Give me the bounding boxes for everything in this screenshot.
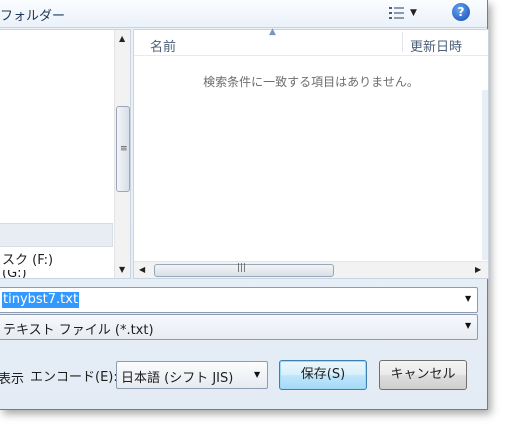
chevron-down-icon[interactable]: ▼	[254, 370, 260, 379]
filename-input[interactable]: tinybst7.txt ▼	[0, 287, 478, 313]
nav-vertical-scrollbar[interactable]: ▲ ≡ ▼	[114, 30, 130, 278]
encode-selected-value: 日本語 (シフト JIS)	[121, 371, 234, 386]
grip-icon: |||	[237, 263, 247, 273]
nav-item-drive-g[interactable]: (G:)	[2, 270, 27, 278]
scrollbar-thumb[interactable]: ≡	[116, 106, 130, 192]
hide-folders-toggle-label[interactable]: 表示	[0, 368, 24, 387]
encode-label: エンコード(E):	[30, 370, 118, 385]
scroll-up-icon[interactable]: ▲	[119, 34, 125, 43]
scroll-right-icon[interactable]: ▶	[475, 265, 481, 274]
help-button[interactable]: ?	[452, 3, 470, 21]
pane-edge	[482, 90, 488, 260]
column-header-date-modified[interactable]: 更新日時	[410, 36, 462, 55]
encode-select[interactable]: 日本語 (シフト JIS) ▼	[116, 361, 268, 389]
sort-up-icon: ▲	[269, 27, 276, 37]
scroll-down-icon[interactable]: ▼	[119, 265, 125, 274]
grip-icon: ≡	[120, 144, 128, 154]
filename-selected-text: tinybst7.txt	[2, 292, 80, 308]
view-options-icon	[389, 7, 404, 19]
nav-item-drive-f[interactable]: スク (F:)	[2, 249, 53, 268]
filetype-select[interactable]: テキスト ファイル (*.txt) ▼	[0, 314, 478, 340]
scrollbar-thumb[interactable]: |||	[154, 263, 334, 277]
toolbar: フォルダー ▼ ?	[0, 0, 487, 28]
scroll-left-icon[interactable]: ◀	[139, 265, 145, 274]
file-list-pane: ▲ 名前 更新日時 検索条件に一致する項目はありません。 ◀ ||| ▶	[133, 27, 489, 279]
nav-item-selected[interactable]	[0, 223, 113, 247]
column-header-row: ▲ 名前 更新日時	[134, 27, 488, 56]
list-horizontal-scrollbar[interactable]: ◀ ||| ▶	[134, 261, 488, 278]
save-as-dialog: フォルダー ▼ ? スク (F:) (G:) ▲ ≡ ▼ ▲ 名前 更新日時 検…	[0, 0, 489, 410]
empty-results-message: 検索条件に一致する項目はありません。	[203, 75, 419, 89]
chevron-down-icon[interactable]: ▼	[465, 294, 471, 303]
navigation-pane: スク (F:) (G:) ▲ ≡ ▼	[0, 29, 131, 279]
column-divider[interactable]	[402, 32, 403, 52]
cancel-button[interactable]: キャンセル	[379, 360, 467, 390]
new-folder-button[interactable]: フォルダー	[0, 5, 65, 24]
column-header-name[interactable]: 名前	[150, 36, 176, 55]
chevron-down-icon: ▼	[410, 8, 417, 18]
save-button[interactable]: 保存(S)	[279, 360, 367, 390]
view-options-button[interactable]: ▼	[388, 4, 428, 22]
chevron-down-icon[interactable]: ▼	[465, 321, 471, 330]
filetype-selected-value: テキスト ファイル (*.txt)	[3, 323, 154, 338]
